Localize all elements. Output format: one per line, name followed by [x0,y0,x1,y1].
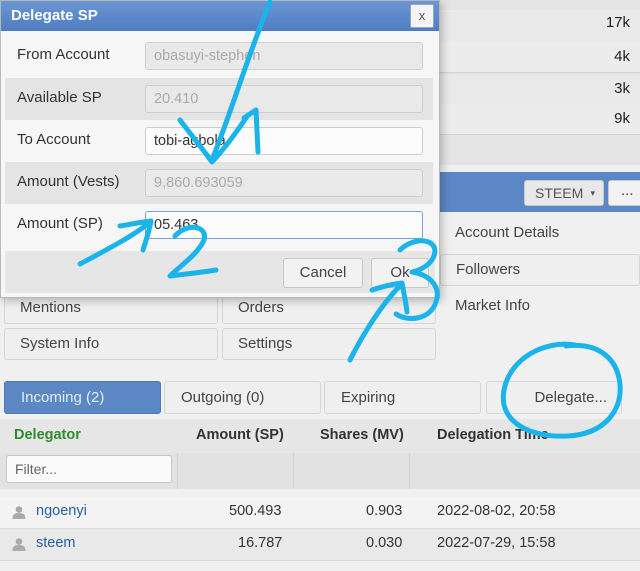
more-button[interactable]: ... [608,180,640,206]
shares-cell: 0.903 [366,503,403,519]
from-account-field: obasuyi-stephen [145,42,423,70]
stat-value: 9k [614,110,630,127]
menu-account-details[interactable]: Account Details [440,218,559,250]
menu-system-info[interactable]: System Info [4,328,218,360]
dialog-title: Delegate SP [1,1,439,31]
tab-expiring[interactable]: Expiring [324,381,481,414]
amount-sp-row: Amount (SP) 05.463 [5,204,433,246]
time-cell: 2022-07-29, 15:58 [437,535,556,551]
column-header-delegator[interactable]: Delegator [14,427,81,443]
dialog-footer: Cancel Ok [5,251,435,293]
cancel-button[interactable]: Cancel [283,258,363,288]
available-sp-label: Available SP [17,89,102,106]
to-account-row: To Account tobi-agbola [5,120,433,162]
ok-button[interactable]: Ok [371,258,429,288]
amount-cell: 16.787 [238,535,283,551]
stats-row: 3k [440,74,640,105]
column-header-amount[interactable]: Amount (SP) [196,427,284,443]
to-account-label: To Account [17,131,91,148]
menu-market-info[interactable]: Market Info [440,291,530,323]
delegator-link[interactable]: steem [36,535,76,551]
stat-value: 3k [614,80,630,97]
available-sp-row: Available SP 20.410 [5,78,433,120]
menu-settings[interactable]: Settings [222,328,436,360]
to-account-field[interactable]: tobi-agbola [145,127,423,155]
stats-row: 9k [440,104,640,135]
amount-vests-field: 9,860.693059 [145,169,423,197]
currency-dropdown[interactable]: STEEM ▾ [524,180,604,206]
stats-row: 4k [440,42,640,73]
tab-incoming[interactable]: Incoming (2) [4,381,161,414]
amount-sp-field[interactable]: 05.463 [145,211,423,239]
amount-sp-label: Amount (SP) [17,215,103,232]
stat-value: 4k [614,48,630,65]
amount-vests-label: Amount (Vests) [17,173,120,190]
stats-row: 17k [440,12,640,43]
user-icon [12,506,26,519]
tab-outgoing[interactable]: Outgoing (0) [164,381,321,414]
column-header-shares[interactable]: Shares (MV) [320,427,404,443]
filter-input[interactable]: Filter... [6,455,172,483]
close-button[interactable]: x [410,4,434,28]
delegator-link[interactable]: ngoenyi [36,503,87,519]
caret-down-icon: ▾ [590,188,595,198]
amount-cell: 500.493 [229,503,282,519]
time-cell: 2022-08-02, 20:58 [437,503,556,519]
delegate-button[interactable]: Delegate... [486,381,622,414]
shares-cell: 0.030 [366,535,403,551]
currency-label: STEEM [535,185,584,201]
table-row: ngoenyi 500.493 0.903 2022-08-02, 20:58 [0,497,640,529]
available-sp-field: 20.410 [145,85,423,113]
from-account-row: From Account obasuyi-stephen [5,35,433,77]
table-row: steem 16.787 0.030 2022-07-29, 15:58 [0,529,640,561]
stat-value: 17k [605,14,630,31]
from-account-label: From Account [17,46,110,63]
column-header-time[interactable]: Delegation Time [437,427,549,443]
menu-followers[interactable]: Followers [440,254,640,286]
user-icon [12,538,26,551]
amount-vests-row: Amount (Vests) 9,860.693059 [5,162,433,204]
delegate-sp-dialog: Delegate SP x From Account obasuyi-steph… [0,0,440,298]
